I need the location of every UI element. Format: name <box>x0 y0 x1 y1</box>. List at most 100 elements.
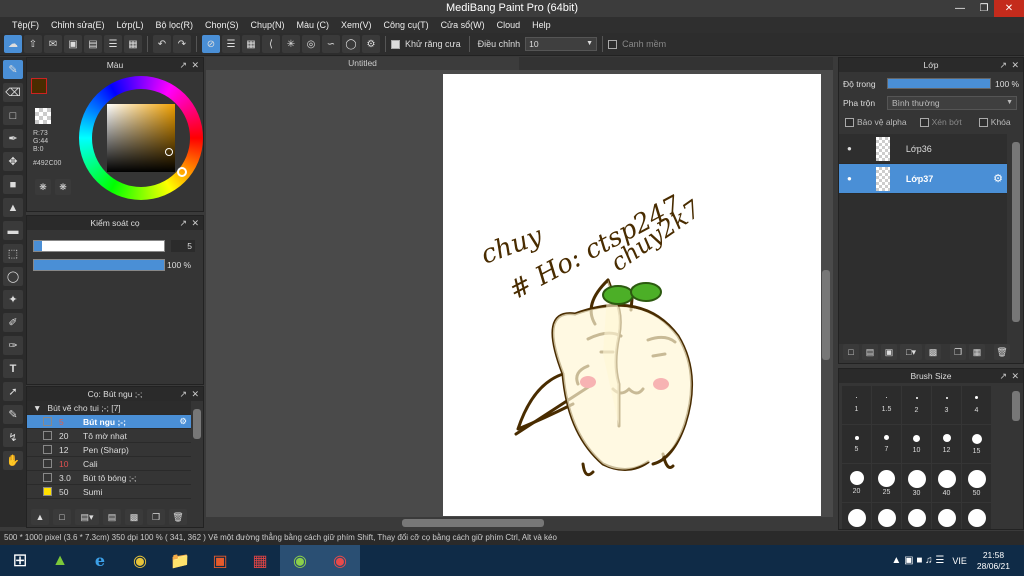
clip-checkbox[interactable] <box>919 117 929 127</box>
brush-size-cell[interactable]: 4 <box>962 386 991 424</box>
document-icon[interactable]: ▤ <box>84 35 102 53</box>
brush-list-scrollbar[interactable] <box>193 409 201 439</box>
drawing-canvas[interactable]: chuy # Ho: ctsp247 chuy2k7 <box>443 74 821 516</box>
new-layer-icon[interactable]: □ <box>843 344 859 360</box>
text-tool-icon[interactable]: T <box>3 359 23 378</box>
cross-snap-icon[interactable]: ▦ <box>242 35 260 53</box>
menu-edit[interactable]: Chỉnh sửa(E) <box>45 20 111 30</box>
brush-item[interactable]: 20 Tô mờ nhạt <box>27 429 191 443</box>
lock-checkbox[interactable] <box>978 117 988 127</box>
popout-icon[interactable]: ↗ <box>179 387 187 401</box>
vertical-scrollbar[interactable] <box>822 270 830 360</box>
eraser-tool-icon[interactable]: ⌫ <box>3 83 23 102</box>
brush-size-cell[interactable]: 100 <box>872 503 901 529</box>
parallel-snap-icon[interactable]: ☰ <box>222 35 240 53</box>
popout-icon[interactable]: ↗ <box>179 58 187 72</box>
menu-select[interactable]: Chọn(S) <box>199 20 245 30</box>
clock[interactable]: 21:58 28/06/21 <box>977 550 1010 572</box>
bluestacks-icon[interactable]: ▲ <box>40 545 80 576</box>
lasso-tool-icon[interactable]: ◯ <box>3 267 23 286</box>
palette-add-icon[interactable]: ❋ <box>55 179 71 195</box>
horizontal-scrollbar[interactable] <box>402 519 544 527</box>
saturation-value-box[interactable] <box>107 104 175 172</box>
menu-snap[interactable]: Chụp(N) <box>245 20 291 30</box>
brush-size-cell[interactable]: 20 <box>842 464 871 502</box>
share-icon[interactable]: ⇧ <box>24 35 42 53</box>
brush-size-cell[interactable]: 5 <box>842 425 871 463</box>
add-menu-icon[interactable]: ▤▾ <box>75 509 99 525</box>
snap-off-icon[interactable]: ⊘ <box>202 35 220 53</box>
layer-row-37[interactable]: ● Lớp37 ⚙ <box>839 164 1007 194</box>
menu-file[interactable]: Tệp(F) <box>6 20 45 30</box>
brush-size-cell[interactable]: 7 <box>872 425 901 463</box>
main-color-swatch[interactable] <box>31 78 47 94</box>
brush-group[interactable]: ▼ Bút vẽ cho tui ;-; [7] <box>27 401 191 415</box>
opacity-slider[interactable] <box>33 259 165 271</box>
folder-icon[interactable]: ▩ <box>125 509 143 525</box>
menu-layer[interactable]: Lớp(L) <box>111 20 150 30</box>
brush-size-cell[interactable]: 25 <box>872 464 901 502</box>
pen-tool-icon[interactable]: ✒ <box>3 129 23 148</box>
layer-opacity-slider[interactable] <box>887 78 991 89</box>
bucket-tool-icon[interactable]: ▲ <box>3 198 23 217</box>
windows-start-icon[interactable]: ⊞ <box>0 545 40 576</box>
hue-wheel[interactable] <box>79 76 203 200</box>
menu-cloud[interactable]: Cloud <box>491 20 527 30</box>
popout-icon[interactable]: ↗ <box>999 369 1007 383</box>
eye-icon[interactable]: ● <box>847 144 852 153</box>
transparent-swatch[interactable] <box>35 108 51 124</box>
close-icon[interactable]: ✕ <box>1011 369 1019 383</box>
medibang-paint-icon[interactable]: ◉ <box>320 545 360 576</box>
settings-icon[interactable]: ⚙ <box>362 35 380 53</box>
gear-icon[interactable]: ⚙ <box>179 416 187 427</box>
blend-select[interactable]: Bình thường ▼ <box>887 96 1017 110</box>
restore-icon[interactable]: ❐ <box>972 0 996 17</box>
select-pen-tool-icon[interactable]: ✐ <box>3 313 23 332</box>
new-brush-icon[interactable]: □ <box>53 509 71 525</box>
merge-layer-icon[interactable]: ▦ <box>969 344 985 360</box>
menu-filter[interactable]: Bộ lọc(R) <box>149 20 199 30</box>
eyedropper-tool-icon[interactable]: ↯ <box>3 428 23 447</box>
brush-item[interactable]: 12 Pen (Sharp) <box>27 443 191 457</box>
save-icon[interactable]: ▣ <box>64 35 82 53</box>
menu-color[interactable]: Màu (C) <box>291 20 336 30</box>
menu-help[interactable]: Help <box>526 20 557 30</box>
comment-icon[interactable]: ✉ <box>44 35 62 53</box>
concentric-snap-icon[interactable]: ◎ <box>302 35 320 53</box>
gradient-tool-icon[interactable]: ▬ <box>3 221 23 240</box>
protect-alpha-checkbox[interactable] <box>845 117 854 127</box>
brush-item[interactable]: 3.0 Bút tô bóng ;-; <box>27 471 191 485</box>
language-indicator[interactable]: VIE <box>952 556 967 566</box>
menu-window[interactable]: Cửa sổ(W) <box>435 20 491 30</box>
internet-explorer-icon[interactable]: e <box>80 545 120 576</box>
tab-untitled[interactable]: Untitled <box>206 57 519 70</box>
powerpoint-icon[interactable]: ▣ <box>200 545 240 576</box>
trash-icon[interactable]: 🗑 <box>169 509 187 525</box>
radial-snap-icon[interactable]: ✳ <box>282 35 300 53</box>
chrome-icon[interactable]: ◉ <box>120 545 160 576</box>
brush-tool-icon[interactable]: ✎ <box>3 60 23 79</box>
brush-size-cell[interactable]: 12 <box>932 425 961 463</box>
layer-list-scrollbar[interactable] <box>1012 142 1020 322</box>
brush-size-cell[interactable]: 50 <box>962 464 991 502</box>
brush-item[interactable]: 50 Sumi <box>27 485 191 499</box>
brush-size-cell[interactable]: 3 <box>932 386 961 424</box>
brush-size-cell[interactable]: 15 <box>962 425 991 463</box>
close-icon[interactable]: ✕ <box>191 216 199 230</box>
brush-item[interactable]: 5 Bút ngu ;-; ⚙ <box>27 415 191 429</box>
palette-icon[interactable]: ❋ <box>35 179 51 195</box>
add-layer-menu-icon[interactable]: □▾ <box>900 344 922 360</box>
operation-tool-icon[interactable]: ➚ <box>3 382 23 401</box>
divide-tool-icon[interactable]: ✎ <box>3 405 23 424</box>
brush-size-cell[interactable]: 300 <box>962 503 991 529</box>
duplicate-icon[interactable]: ❐ <box>147 509 165 525</box>
grid-icon[interactable]: ▦ <box>124 35 142 53</box>
magic-wand-tool-icon[interactable]: ✦ <box>3 290 23 309</box>
fill-rect-tool-icon[interactable]: ■ <box>3 175 23 194</box>
gear-icon[interactable]: ⚙ <box>993 172 1003 185</box>
redo-icon[interactable]: ↷ <box>173 35 191 53</box>
tray-icons[interactable]: ▲ ▣ ■ ♫ ☰ <box>891 555 944 566</box>
unikey-icon[interactable]: ▦ <box>240 545 280 576</box>
folder-icon[interactable]: ▩ <box>925 344 941 360</box>
close-icon[interactable]: ✕ <box>994 0 1024 17</box>
